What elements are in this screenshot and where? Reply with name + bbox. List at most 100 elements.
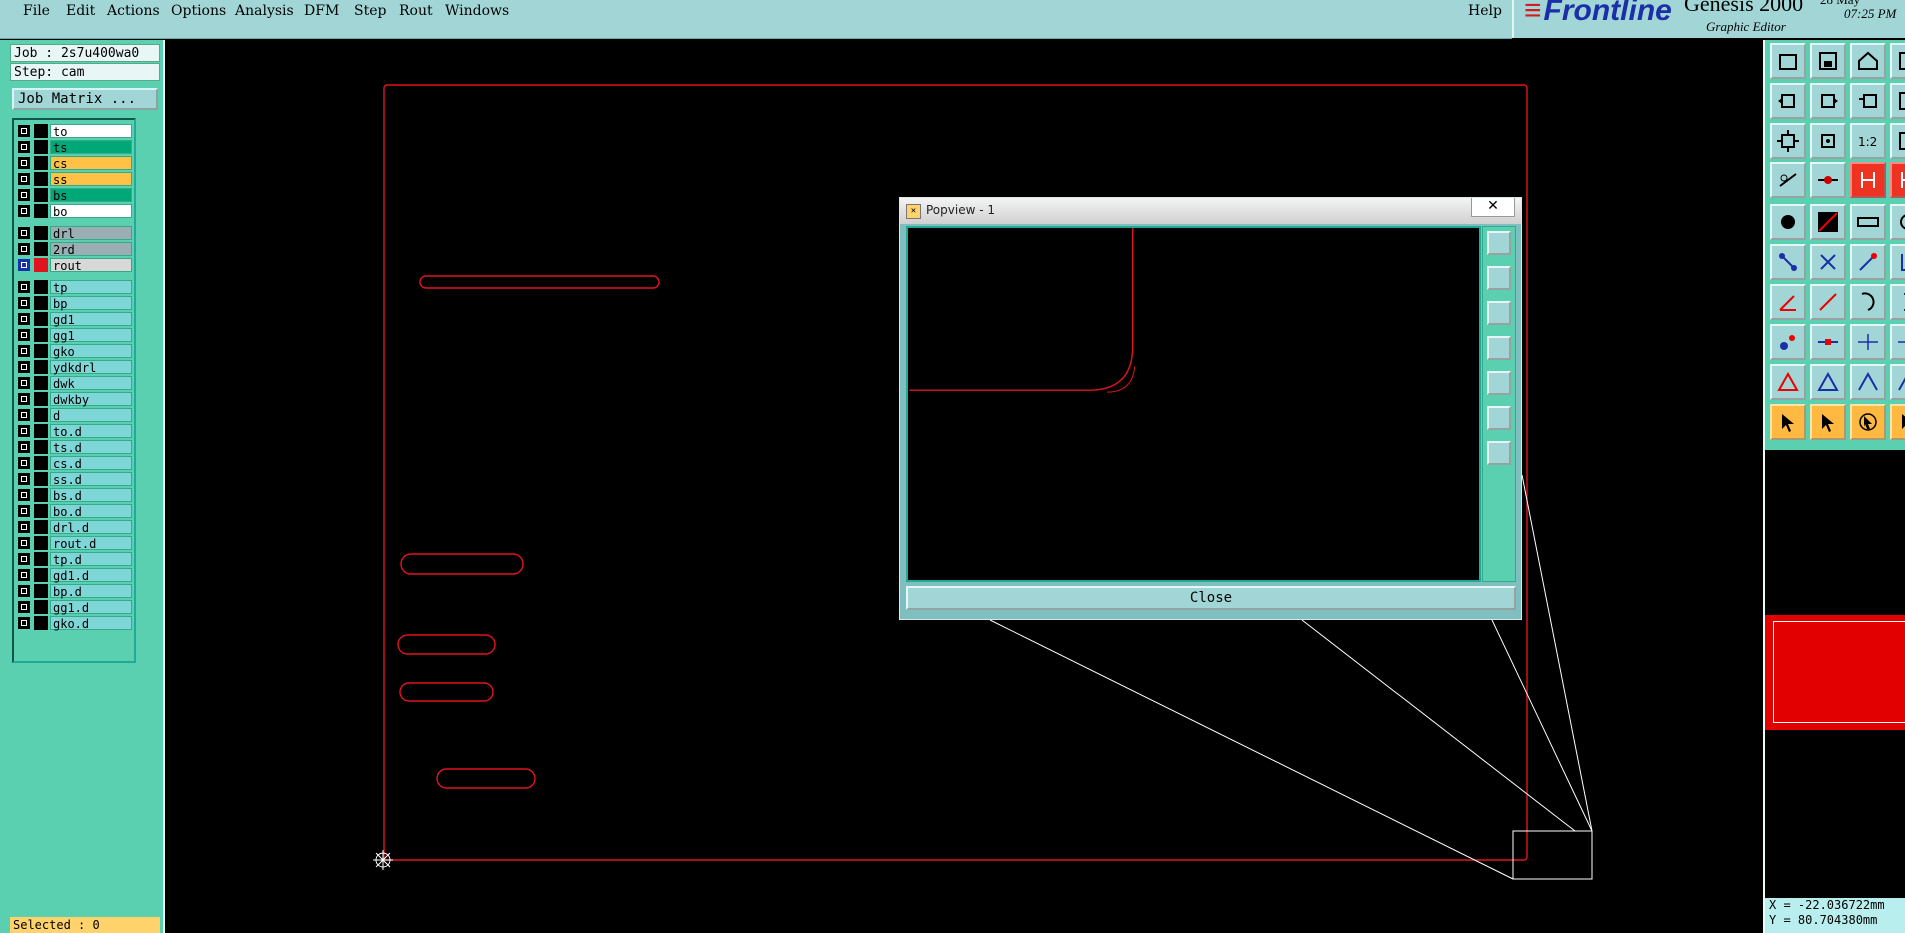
layer-row-bp[interactable]: bp: [16, 296, 134, 311]
zoom-button[interactable]: [1890, 123, 1905, 159]
menu-options[interactable]: Options: [169, 3, 228, 19]
layer-color-swatch[interactable]: [34, 456, 48, 470]
circle-button[interactable]: [1890, 204, 1905, 240]
arch-2-button[interactable]: [1890, 364, 1905, 400]
layer-checkbox[interactable]: [18, 569, 30, 581]
layer-checkbox[interactable]: [18, 297, 30, 309]
layer-row-ts[interactable]: ts: [16, 140, 134, 155]
layer-name[interactable]: cs.d: [50, 456, 132, 471]
layer-checkbox[interactable]: [18, 361, 30, 373]
corner-button[interactable]: [1890, 244, 1905, 280]
popview-zoom-in-button[interactable]: [1487, 406, 1511, 430]
layer-name[interactable]: rout.d: [50, 536, 132, 551]
popview-close-button[interactable]: Close: [906, 586, 1516, 610]
layer-name[interactable]: d: [50, 408, 132, 423]
layer-row-gd1-d[interactable]: gd1.d: [16, 568, 134, 583]
layer-row-bo-d[interactable]: bo.d: [16, 504, 134, 519]
popview-pan-up-button[interactable]: [1487, 266, 1511, 290]
layer-color-swatch[interactable]: [34, 156, 48, 170]
pad-button[interactable]: [1770, 204, 1806, 240]
layer-name[interactable]: gd1: [50, 312, 132, 327]
window-button[interactable]: [1890, 43, 1905, 79]
layer-name[interactable]: rout: [50, 258, 132, 273]
layer-name[interactable]: gd1.d: [50, 568, 132, 583]
layer-checkbox[interactable]: [18, 329, 30, 341]
layer-checkbox[interactable]: [18, 537, 30, 549]
popview-titlebar[interactable]: ✕ Popview - 1 ✕: [900, 198, 1521, 224]
layer-color-swatch[interactable]: [34, 552, 48, 566]
popview-graphic[interactable]: [906, 226, 1481, 582]
layer-checkbox[interactable]: [18, 585, 30, 597]
layer-name[interactable]: dwk: [50, 376, 132, 391]
layer-row-dwk[interactable]: dwk: [16, 376, 134, 391]
layer-name[interactable]: gko: [50, 344, 132, 359]
layer-color-swatch[interactable]: [34, 312, 48, 326]
layer-color-swatch[interactable]: [34, 504, 48, 518]
menu-step[interactable]: Step: [352, 3, 388, 19]
layer-name[interactable]: cs: [50, 156, 132, 171]
layer-checkbox[interactable]: [18, 553, 30, 565]
layer-row-ts-d[interactable]: ts.d: [16, 440, 134, 455]
popview-zoom-out-button[interactable]: [1487, 441, 1511, 465]
snap-button[interactable]: [1810, 162, 1846, 198]
home-button[interactable]: [1850, 43, 1886, 79]
popview-pan-down-button[interactable]: [1487, 301, 1511, 325]
layer-row-ss[interactable]: ss: [16, 172, 134, 187]
layer-row-dwkby[interactable]: dwkby: [16, 392, 134, 407]
layer-name[interactable]: ss: [50, 172, 132, 187]
layer-color-swatch[interactable]: [34, 408, 48, 422]
layer-checkbox[interactable]: [18, 601, 30, 613]
layer-color-swatch[interactable]: [34, 488, 48, 502]
layer-color-swatch[interactable]: [34, 536, 48, 550]
pointer-2-button[interactable]: [1810, 404, 1846, 440]
pan-right-button[interactable]: [1810, 83, 1846, 119]
pointer-button[interactable]: [1770, 404, 1806, 440]
layer-checkbox[interactable]: [18, 617, 30, 629]
layer-color-swatch[interactable]: [34, 204, 48, 218]
layer-color-swatch[interactable]: [34, 360, 48, 374]
layer-checkbox[interactable]: [18, 409, 30, 421]
layer-name[interactable]: drl.d: [50, 520, 132, 535]
layer-name[interactable]: drl: [50, 226, 132, 241]
layer-color-swatch[interactable]: [34, 392, 48, 406]
split-button[interactable]: [1810, 324, 1846, 360]
layer-name[interactable]: tp.d: [50, 552, 132, 567]
layer-row-bs[interactable]: bs: [16, 188, 134, 203]
layer-row-gko[interactable]: gko: [16, 344, 134, 359]
layer-row-drl-d[interactable]: drl.d: [16, 520, 134, 535]
layer-row-bs-d[interactable]: bs.d: [16, 488, 134, 503]
popview-close-x-button[interactable]: ✕: [1471, 198, 1515, 217]
layer-row-bo[interactable]: bo: [16, 204, 134, 219]
layer-row-2rd[interactable]: 2rd: [16, 242, 134, 257]
layer-row-tp[interactable]: tp: [16, 280, 134, 295]
layer-row-bp-d[interactable]: bp.d: [16, 584, 134, 599]
layer-row-gko-d[interactable]: gko.d: [16, 616, 134, 631]
bracket-button[interactable]: [1890, 284, 1905, 320]
move-node-button[interactable]: [1770, 324, 1806, 360]
layer-checkbox[interactable]: [18, 227, 30, 239]
layer-color-swatch[interactable]: [34, 520, 48, 534]
menu-edit[interactable]: Edit: [64, 3, 97, 19]
zoom-back-button[interactable]: [1850, 83, 1886, 119]
layer-checkbox[interactable]: [18, 173, 30, 185]
layer-checkbox[interactable]: [18, 345, 30, 357]
job-matrix-button[interactable]: Job Matrix ...: [12, 88, 158, 110]
popview-pan-left-button[interactable]: [1487, 336, 1511, 360]
layer-row-tp-d[interactable]: tp.d: [16, 552, 134, 567]
layer-checkbox[interactable]: [18, 377, 30, 389]
menu-windows[interactable]: Windows: [443, 3, 511, 19]
triangle-2-button[interactable]: [1810, 364, 1846, 400]
layer-color-swatch[interactable]: [34, 344, 48, 358]
layer-checkbox[interactable]: [18, 125, 30, 137]
measure-button[interactable]: [1770, 162, 1806, 198]
save-button[interactable]: [1810, 43, 1846, 79]
layer-name[interactable]: 2rd: [50, 242, 132, 257]
layer-name[interactable]: to.d: [50, 424, 132, 439]
layer-name[interactable]: gg1: [50, 328, 132, 343]
menu-dfm[interactable]: DFM: [302, 3, 341, 19]
layer-row-to[interactable]: to: [16, 124, 134, 139]
layer-checkbox[interactable]: [18, 473, 30, 485]
segment-button[interactable]: [1850, 244, 1886, 280]
menu-rout[interactable]: Rout: [397, 3, 435, 19]
layer-color-swatch[interactable]: [34, 568, 48, 582]
